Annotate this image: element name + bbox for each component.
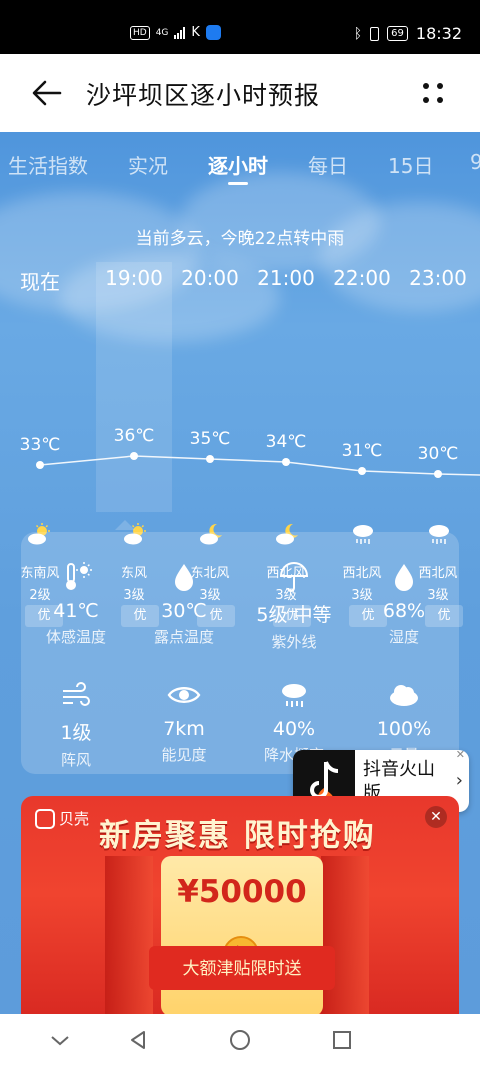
hd-badge: HD (130, 25, 150, 40)
thermometer-sun-icon (66, 562, 92, 590)
chevron-right-icon: › (455, 770, 463, 791)
forecast-panel: 生活指数 实况 逐小时 每日 15日 9 当前多云，今晚22点转中雨 现在 33℃… (0, 132, 480, 1014)
rain-cloud-icon (282, 684, 306, 707)
tab-15day[interactable]: 15日 (388, 150, 433, 179)
ad-close-icon[interactable]: ✕ (425, 806, 447, 828)
hour-time: 23:00 (409, 266, 467, 290)
detail-label: 体感温度 (45, 628, 106, 646)
more-options-icon[interactable] (418, 78, 448, 108)
hour-time: 21:00 (257, 266, 315, 290)
cloud-icon (390, 685, 418, 706)
ad-decor-right (321, 856, 369, 1014)
detail-value: 68% (382, 600, 426, 622)
nav-recents-icon[interactable] (330, 1028, 354, 1052)
hour-column[interactable]: 19:00 36℃ 东风 3级优 (96, 262, 172, 627)
page-title: 沙坪坝区逐小时预报 (86, 81, 321, 110)
beike-logo-icon (35, 808, 55, 829)
app-header: 沙坪坝区逐小时预报 (0, 54, 480, 132)
carrier-badge: K (191, 25, 200, 40)
hour-time: 22:00 (333, 266, 391, 290)
detail-value: 41℃ (53, 600, 99, 622)
ad-banner[interactable]: 贝壳 新房聚惠 限时抢购 ✕ ¥50000 领 大额津贴限时送 (21, 796, 459, 1014)
status-right: ᛒ 69 18:32 (354, 24, 462, 43)
ad-headline: 新房聚惠 限时抢购 (99, 818, 376, 854)
ad-brand-name: 贝壳 (59, 810, 90, 828)
detail-label: 湿度 (388, 628, 419, 646)
hour-column[interactable]: 20:00 35℃ 东北风 3级优 (172, 262, 248, 627)
nav-home-icon[interactable] (228, 1028, 252, 1052)
detail-value: 100% (376, 718, 432, 740)
network-type: 4G (155, 27, 169, 38)
ad-brand: 贝壳 (35, 808, 89, 829)
detail-item: 1级阵风 (21, 678, 131, 770)
app-notification-icon (205, 25, 221, 40)
battery-icon: 69 (387, 26, 408, 41)
detail-item: 7km 能见度 (129, 678, 239, 765)
eye-icon (167, 687, 201, 703)
detail-item: 41℃ 体感温度 (21, 560, 131, 647)
detail-label: 能见度 (161, 746, 207, 764)
detail-item: 68% 湿度 (349, 560, 459, 647)
detail-label: 阵风 (60, 751, 91, 769)
hour-temp: 35℃ (189, 429, 231, 449)
detail-value: 1级 (60, 722, 92, 744)
tab-more[interactable]: 9 (470, 150, 480, 174)
weather-summary: 当前多云，今晚22点转中雨 (135, 229, 345, 249)
ad-decor-left (105, 856, 153, 1014)
red-envelope: ¥50000 领 (161, 856, 323, 1014)
dew-drop-icon (175, 564, 193, 591)
detail-value: 30℃ (161, 600, 207, 622)
popup-close-icon[interactable]: ✕ (456, 748, 465, 761)
hour-column[interactable]: 21:00 34℃ 西北风 3级优 (248, 262, 324, 627)
status-bar: HD 4G K ᛒ 69 18:32 (0, 0, 480, 54)
back-arrow-icon[interactable] (30, 76, 64, 110)
clock: 18:32 (415, 24, 462, 43)
ad-amount: ¥50000 (177, 874, 307, 910)
detail-label: 露点温度 (153, 628, 214, 646)
tab-hourly[interactable]: 逐小时 (208, 150, 268, 179)
hour-time: 20:00 (181, 266, 239, 290)
nav-back-icon[interactable] (126, 1028, 150, 1052)
detail-value: 5级 中等 (256, 604, 332, 626)
nav-collapse-icon[interactable] (48, 1028, 72, 1052)
vibrate-icon (370, 26, 380, 41)
detail-value: 40% (272, 718, 316, 740)
ad-subline: 大额津贴限时送 (182, 959, 302, 979)
tab-current[interactable]: 实况 (128, 150, 168, 179)
hour-column[interactable]: 22:00 31℃ 西北风 3级优 (324, 262, 400, 627)
detail-label: 紫外线 (271, 633, 317, 651)
hour-temp: 33℃ (19, 435, 61, 455)
hour-column[interactable]: 现在 33℃ 东南风 2级优 (0, 262, 80, 627)
hour-temp: 36℃ (113, 426, 155, 446)
umbrella-icon (279, 562, 309, 592)
status-left: HD 4G K (130, 25, 221, 40)
humidity-drop-icon (395, 564, 413, 591)
hour-column[interactable]: 23:00 30℃ 西北风 3级优 (400, 262, 476, 627)
hour-time: 现在 (20, 270, 60, 294)
tab-daily[interactable]: 每日 (308, 150, 348, 179)
signal-icon (174, 26, 186, 39)
hour-time: 19:00 (105, 266, 163, 290)
hour-temp: 34℃ (265, 432, 307, 452)
wind-icon (63, 682, 90, 706)
system-nav-bar (0, 1014, 480, 1066)
detail-value: 7km (163, 718, 205, 740)
hour-temp: 31℃ (341, 441, 383, 461)
tab-bar: 生活指数 实况 逐小时 每日 15日 9 (0, 132, 480, 198)
tab-life-index[interactable]: 生活指数 (8, 150, 88, 179)
detail-grid: 41℃ 体感温度 30℃ 露点温度 5级 中等紫外线 68% 湿度 1级阵风 7km 能见度 40%… (21, 532, 459, 774)
detail-item: 5级 中等紫外线 (239, 560, 349, 652)
active-tab-indicator (228, 182, 248, 185)
bluetooth-icon: ᛒ (353, 25, 363, 42)
selection-caret (115, 520, 135, 530)
detail-item: 30℃ 露点温度 (129, 560, 239, 647)
hour-temp: 30℃ (417, 444, 459, 464)
